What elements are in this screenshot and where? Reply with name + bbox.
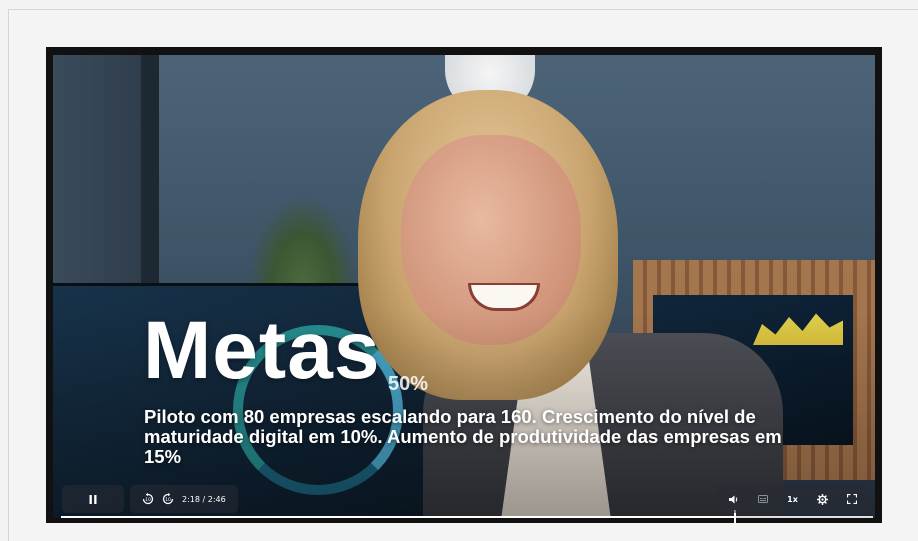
video-player[interactable]: Metas Piloto com 80 empresas escalando p… [46, 47, 882, 523]
forward-10-icon: 10 [162, 493, 174, 505]
fullscreen-button[interactable] [847, 494, 858, 504]
duration: 2:46 [207, 494, 226, 504]
captions-icon [757, 495, 768, 503]
pause-button[interactable] [89, 494, 97, 504]
play-control-group [62, 485, 124, 513]
overlay-percentage: 50% [388, 373, 429, 395]
forward-button[interactable]: 10 [162, 493, 174, 505]
video-headline: Metas [143, 305, 381, 396]
fullscreen-icon [847, 494, 858, 504]
settings-button[interactable] [817, 493, 829, 505]
svg-text:10: 10 [165, 497, 171, 503]
gear-icon [817, 493, 829, 505]
playback-speed-button[interactable]: 1x [787, 495, 798, 504]
settings-control-group: 1x [715, 485, 871, 513]
pause-icon [89, 494, 97, 504]
rewind-10-icon: 10 [142, 493, 154, 505]
video-frame[interactable]: Metas Piloto com 80 empresas escalando p… [53, 55, 875, 518]
time-control-group: 10 10 2:18 / 2:46 [130, 485, 238, 513]
progress-fill [61, 516, 735, 518]
time-display: 2:18 / 2:46 [182, 495, 226, 504]
volume-button[interactable] [728, 495, 739, 504]
rewind-button[interactable]: 10 [142, 493, 154, 505]
video-subtitle: Piloto com 80 empresas escalando para 16… [144, 406, 782, 467]
captions-button[interactable] [757, 495, 768, 503]
svg-text:10: 10 [145, 497, 151, 503]
volume-icon [728, 495, 737, 503]
time-separator: / [199, 494, 208, 504]
current-time: 2:18 [182, 494, 200, 504]
progress-bar[interactable] [61, 510, 873, 523]
